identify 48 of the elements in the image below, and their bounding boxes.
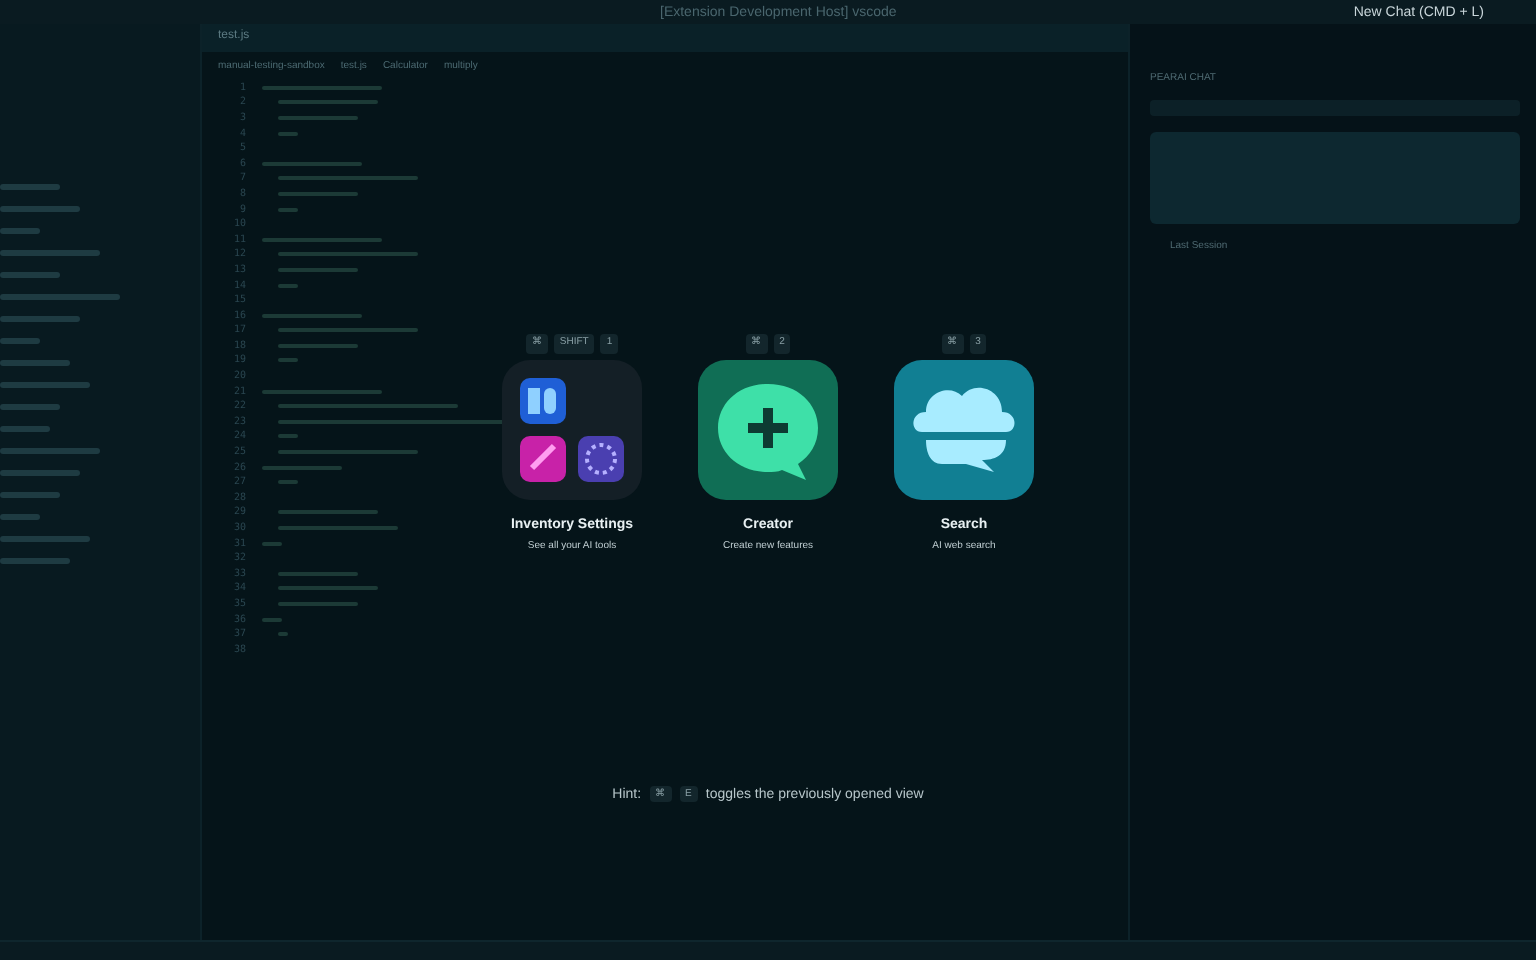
code-line-blur	[278, 434, 298, 439]
file-name-blur[interactable]	[0, 206, 80, 212]
code-line-blur	[262, 313, 362, 318]
code-line-blur	[278, 343, 358, 348]
file-name-blur[interactable]	[0, 272, 60, 278]
file-name-blur[interactable]	[0, 536, 90, 542]
file-name-blur[interactable]	[0, 404, 60, 410]
code-line-blur	[278, 480, 298, 485]
code-line-blur	[278, 191, 358, 196]
code-line-blur	[278, 100, 378, 105]
file-name-blur[interactable]	[0, 558, 70, 564]
file-name-blur[interactable]	[0, 250, 100, 256]
file-name-blur[interactable]	[0, 470, 80, 476]
code-line-blur	[262, 389, 382, 394]
code-line-blur	[278, 176, 418, 181]
code-line-blur	[278, 358, 298, 363]
code-line-blur	[278, 207, 298, 212]
file-name-blur[interactable]	[0, 338, 40, 344]
code-line-blur	[262, 237, 382, 242]
code-line-blur	[262, 161, 362, 166]
code-line-blur	[278, 510, 378, 515]
code-line-blur	[278, 601, 358, 606]
code-line-blur	[278, 586, 378, 591]
code-line-blur	[278, 328, 418, 333]
launcher-tile[interactable]	[698, 360, 838, 500]
code-line-blur	[262, 465, 342, 470]
code-line-blur	[262, 85, 382, 90]
file-name-blur[interactable]	[0, 448, 100, 454]
code-line-blur	[278, 450, 418, 455]
file-name-blur[interactable]	[0, 228, 40, 234]
file-name-blur[interactable]	[0, 382, 90, 388]
file-name-blur[interactable]	[0, 492, 60, 498]
code-line-blur	[278, 115, 358, 120]
file-name-blur[interactable]	[0, 360, 70, 366]
code-line-blur	[278, 131, 298, 136]
code-line-blur	[278, 252, 418, 257]
file-name-blur[interactable]	[0, 294, 120, 300]
file-name-blur[interactable]	[0, 184, 60, 190]
file-name-blur[interactable]	[0, 426, 50, 432]
code-line-blur	[278, 267, 358, 272]
code-line-blur	[262, 541, 282, 546]
launcher-tile[interactable]	[894, 360, 1034, 500]
launcher-tile[interactable]	[502, 360, 642, 500]
file-name-blur[interactable]	[0, 316, 80, 322]
file-name-blur[interactable]	[0, 514, 40, 520]
code-line-blur	[278, 571, 358, 576]
code-line-blur	[278, 526, 398, 531]
code-line-blur	[278, 283, 298, 288]
